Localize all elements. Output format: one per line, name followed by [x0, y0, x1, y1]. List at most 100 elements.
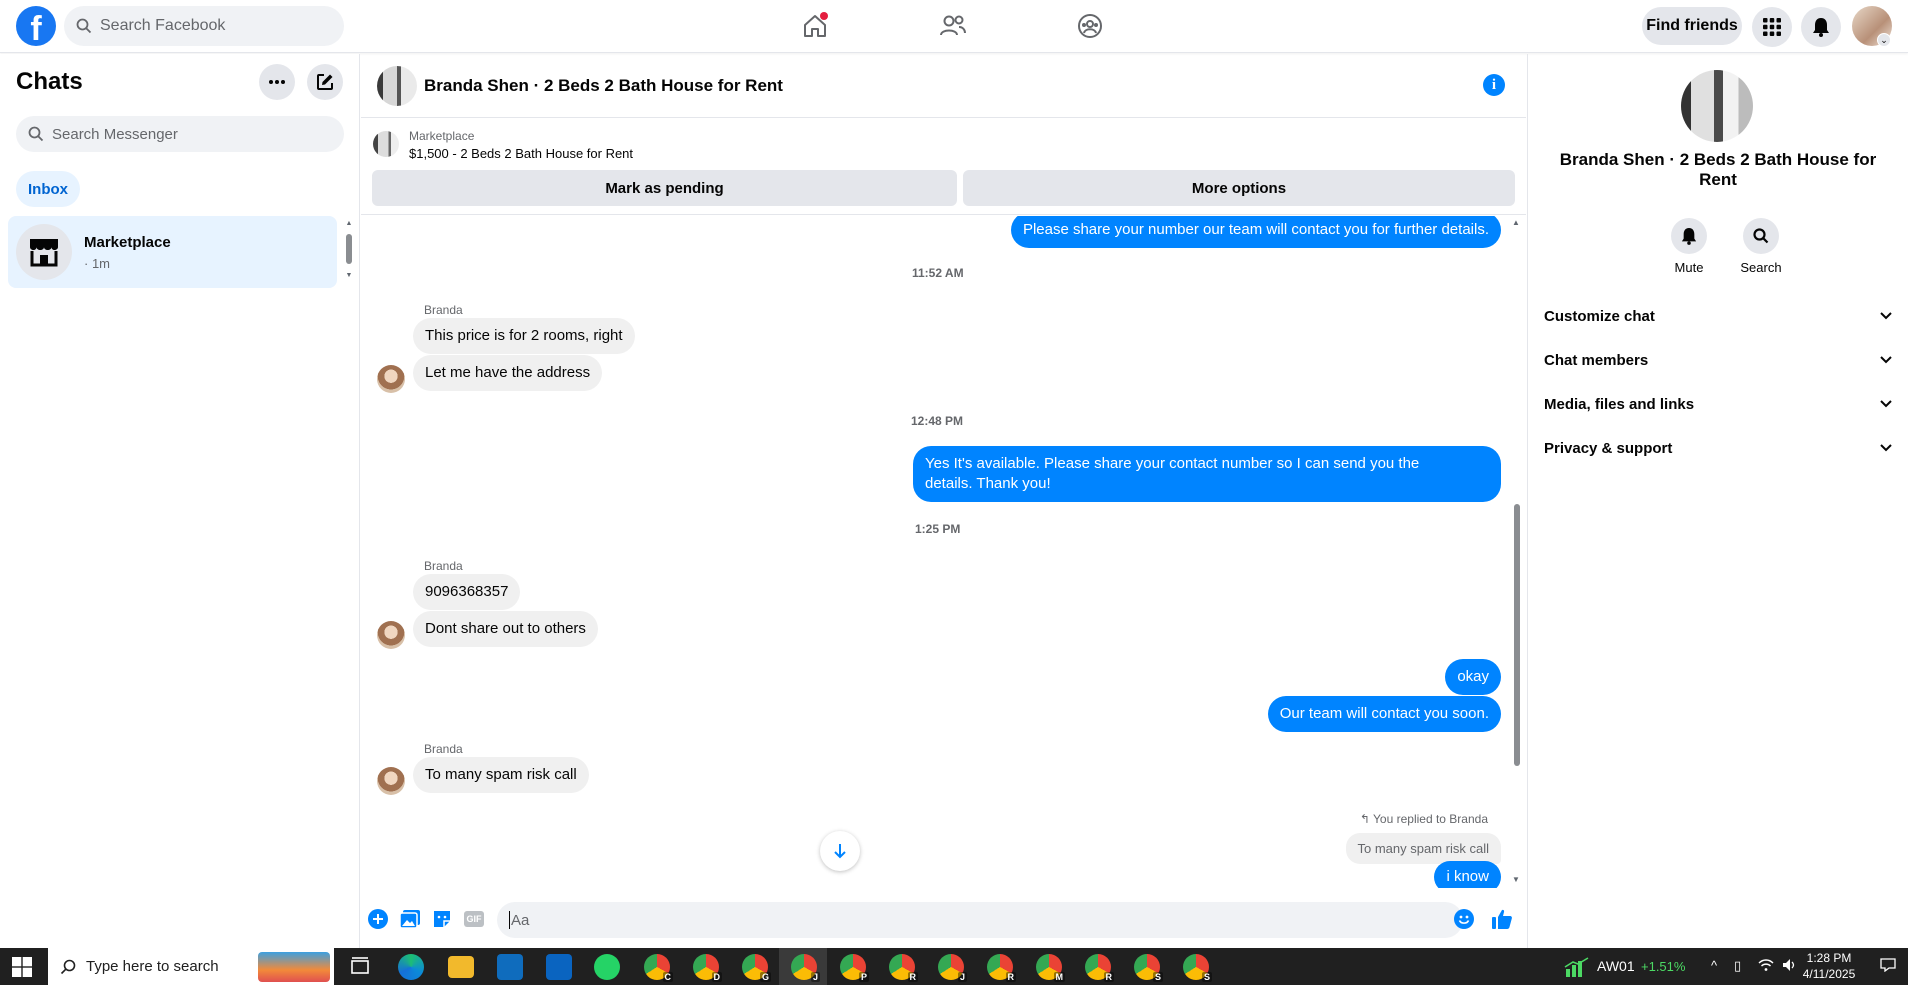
system-clock[interactable]: 1:28 PM 4/11/2025	[1800, 950, 1858, 982]
section-privacy-support[interactable]: Privacy & support	[1536, 428, 1900, 468]
conversation-title[interactable]: Branda Shen · 2 Beds 2 Bath House for Re…	[424, 76, 783, 96]
file-explorer-app[interactable]	[448, 956, 474, 978]
nav-groups[interactable]	[1070, 8, 1110, 44]
listing-thumbnail[interactable]	[373, 131, 399, 157]
search-highlight-image[interactable]	[258, 952, 330, 982]
menu-button[interactable]	[1752, 7, 1792, 47]
chrome-profile-s2[interactable]: S	[1183, 954, 1212, 982]
contact-profile-photo[interactable]	[1681, 70, 1753, 142]
sidebar-scrollbar[interactable]: ▲ ▼	[344, 220, 354, 282]
nav-friends[interactable]	[933, 8, 973, 44]
mark-as-pending-button[interactable]: Mark as pending	[372, 170, 957, 206]
message-bubble-outgoing[interactable]: i know	[1434, 861, 1501, 888]
emoji-button[interactable]	[1453, 908, 1475, 930]
message-input[interactable]: Aa	[497, 902, 1463, 938]
top-navigation-bar: f Search Facebook Find friends ⌄	[0, 0, 1908, 53]
plus-circle-icon	[368, 909, 388, 929]
windows-taskbar: Type here to search C D G J P R J R M R …	[0, 948, 1908, 985]
message-bubble-incoming[interactable]: 9096368357	[413, 574, 521, 610]
listing-title[interactable]: $1,500 - 2 Beds 2 Bath House for Rent	[409, 146, 633, 161]
message-bubble-incoming[interactable]: Let me have the address	[413, 355, 603, 391]
section-media-files-links[interactable]: Media, files and links	[1536, 384, 1900, 424]
friends-icon	[940, 15, 966, 36]
message-bubble-outgoing[interactable]: Our team will contact you soon.	[1267, 696, 1501, 732]
conversation-header: Branda Shen · 2 Beds 2 Bath House for Re…	[361, 54, 1526, 118]
new-message-button[interactable]	[307, 64, 343, 100]
chrome-profile-m[interactable]: M	[1036, 954, 1065, 982]
facebook-search-input[interactable]: Search Facebook	[64, 6, 344, 46]
notifications-button[interactable]	[1801, 7, 1841, 47]
message-bubble-incoming[interactable]: This price is for 2 rooms, right	[413, 318, 635, 354]
chevron-down-icon[interactable]: ⌄	[1877, 33, 1891, 47]
attach-photo-button[interactable]	[399, 908, 421, 930]
wifi-icon[interactable]	[1758, 958, 1774, 975]
battery-icon[interactable]: ▯	[1734, 958, 1741, 974]
gif-button[interactable]: GIF	[463, 908, 485, 930]
section-chat-members[interactable]: Chat members	[1536, 340, 1900, 380]
message-thread: Please share your number our team will c…	[361, 216, 1526, 888]
outlook-app[interactable]	[546, 954, 572, 980]
sender-avatar[interactable]	[377, 365, 405, 393]
section-customize-chat[interactable]: Customize chat	[1536, 296, 1900, 336]
chevron-down-icon	[1880, 356, 1892, 364]
search-icon	[28, 126, 44, 142]
conversation-item-marketplace[interactable]: Marketplace · 1m	[8, 216, 337, 288]
message-bubble-outgoing[interactable]: Please share your number our team will c…	[1010, 216, 1501, 248]
chrome-profile-p[interactable]: P	[840, 954, 869, 982]
chrome-profile-g[interactable]: G	[742, 954, 771, 982]
scroll-to-bottom-button[interactable]	[820, 831, 860, 871]
chevron-up-icon[interactable]: ^	[1711, 958, 1717, 973]
reply-indicator: ↰ You replied to Branda	[1360, 812, 1488, 826]
whatsapp-app[interactable]	[594, 954, 620, 980]
message-bubble-outgoing[interactable]: Yes It's available. Please share your co…	[913, 446, 1501, 502]
chrome-profile-d[interactable]: D	[693, 954, 722, 982]
mute-button[interactable]: Mute	[1659, 218, 1719, 275]
stock-chart-icon[interactable]	[1564, 957, 1590, 982]
more-options-button[interactable]: More options	[963, 170, 1515, 206]
contact-avatar[interactable]	[377, 66, 417, 106]
chrome-profile-c[interactable]: C	[644, 954, 673, 982]
text-caret	[509, 911, 510, 929]
chats-title: Chats	[16, 68, 83, 95]
emoji-icon	[1454, 909, 1474, 929]
chevron-down-icon	[1880, 400, 1892, 408]
sender-avatar[interactable]	[377, 621, 405, 649]
conversation-time: · 1m	[84, 256, 110, 271]
marketplace-listing-bar: Marketplace $1,500 - 2 Beds 2 Bath House…	[361, 119, 1526, 215]
message-bubble-outgoing[interactable]: okay	[1445, 659, 1501, 695]
nav-home[interactable]	[795, 8, 835, 44]
task-view-icon	[351, 957, 369, 974]
notification-center-icon[interactable]	[1880, 958, 1896, 975]
message-bubble-incoming[interactable]: To many spam risk call	[413, 757, 589, 793]
chrome-profile-s[interactable]: S	[1134, 954, 1163, 982]
tab-inbox[interactable]: Inbox	[16, 171, 80, 207]
chrome-profile-r2[interactable]: R	[987, 954, 1016, 982]
search-in-conversation-button[interactable]: Search	[1731, 218, 1791, 275]
chrome-profile-j[interactable]: J	[791, 954, 820, 982]
chat-options-button[interactable]	[259, 64, 295, 100]
find-friends-button[interactable]: Find friends	[1642, 7, 1742, 45]
chrome-profile-r[interactable]: R	[889, 954, 918, 982]
messenger-search-input[interactable]: Search Messenger	[16, 116, 344, 152]
facebook-logo[interactable]: f	[16, 6, 56, 46]
chrome-profile-r3[interactable]: R	[1085, 954, 1114, 982]
edge-browser-app[interactable]	[398, 954, 424, 980]
info-icon[interactable]: i	[1483, 74, 1505, 96]
chrome-profile-j2[interactable]: J	[938, 954, 967, 982]
conversation-scrollbar[interactable]: ▲ ▼	[1510, 216, 1524, 888]
store-app[interactable]	[497, 954, 523, 980]
start-button[interactable]	[12, 957, 32, 977]
timestamp: 12:48 PM	[911, 414, 964, 428]
search-label: Search	[1740, 260, 1782, 275]
sticker-button[interactable]	[431, 908, 453, 930]
more-actions-button[interactable]	[367, 908, 389, 930]
reply-quote[interactable]: To many spam risk call	[1345, 833, 1501, 864]
sender-avatar[interactable]	[377, 767, 405, 795]
send-like-button[interactable]	[1491, 908, 1513, 930]
volume-icon[interactable]	[1782, 958, 1798, 975]
message-bubble-incoming[interactable]: Dont share out to others	[413, 611, 598, 647]
mute-label: Mute	[1674, 260, 1704, 275]
groups-icon	[1078, 14, 1102, 38]
search-icon	[1753, 228, 1769, 244]
task-view-button[interactable]	[347, 954, 373, 980]
